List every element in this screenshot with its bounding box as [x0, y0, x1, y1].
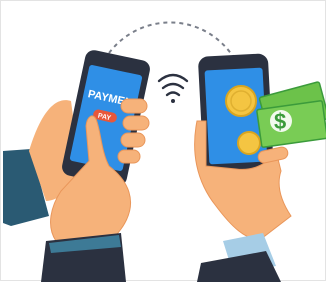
mobile-payment-illustration: PAYMENT PAY $ — [3, 21, 326, 282]
wifi-icon — [157, 73, 189, 103]
coin-icon — [237, 131, 261, 155]
dollar-symbol: $ — [274, 109, 286, 134]
dashed-arrow-icon — [108, 21, 237, 62]
coin-icon — [225, 85, 257, 117]
illustration-frame: PAYMENT PAY $ — [0, 0, 326, 282]
